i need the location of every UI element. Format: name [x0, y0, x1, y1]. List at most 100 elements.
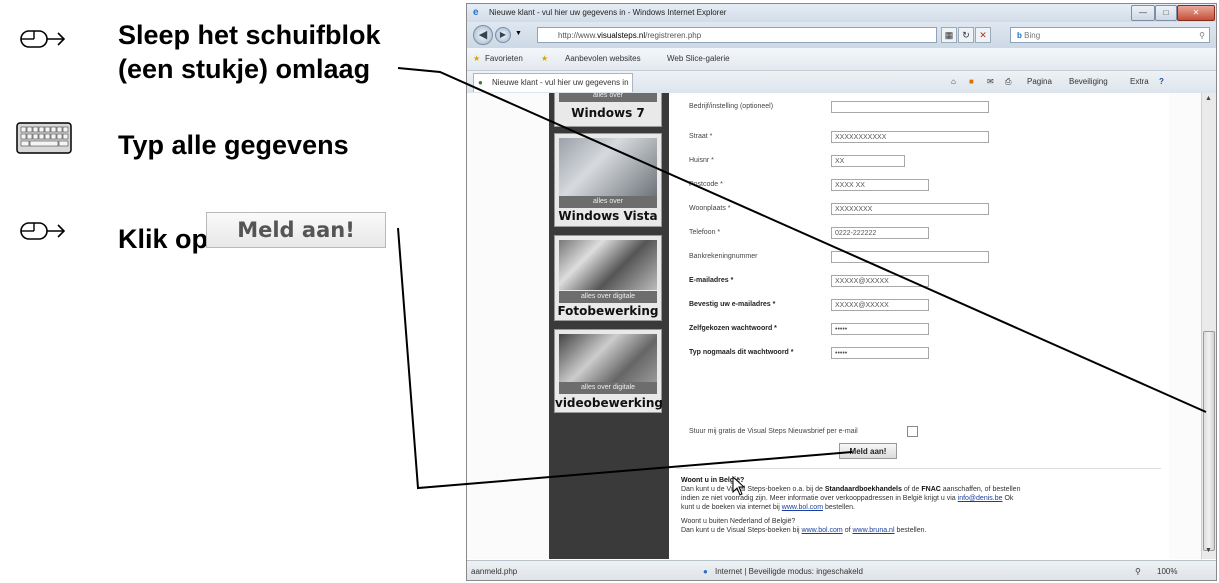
form-label: Postcode *	[689, 181, 723, 188]
bol-link[interactable]: www.bol.com	[802, 527, 843, 534]
book-windows7[interactable]: alles over Windows 7	[554, 93, 662, 127]
book-band: alles over digitale	[559, 291, 657, 303]
form-input[interactable]: XXXX XX	[831, 179, 929, 191]
status-zone: Internet | Beveiligde modus: ingeschakel…	[715, 567, 863, 576]
instruction-text-line1: Sleep het schuifblok	[118, 20, 381, 50]
book-title: Windows Vista	[558, 209, 658, 223]
book-videobewerking[interactable]: alles over digitale videobewerking	[554, 329, 664, 413]
forward-button[interactable]: ▶	[495, 27, 511, 43]
form-input[interactable]: XXXXXXXX	[831, 203, 989, 215]
back-button[interactable]: ◀	[473, 25, 493, 45]
form-input[interactable]: •••••	[831, 323, 929, 335]
beveiliging-menu[interactable]: Beveiliging	[1069, 77, 1108, 86]
book-title: Windows 7	[571, 106, 645, 120]
bruna-link[interactable]: www.bruna.nl	[852, 527, 894, 534]
form-input[interactable]: XXXXXXXXXXX	[831, 131, 989, 143]
help-icon[interactable]: ?	[1159, 77, 1164, 86]
form-label: Straat *	[689, 133, 713, 140]
feeds-icon[interactable]: ■	[969, 77, 974, 86]
form-label: Telefoon *	[689, 229, 721, 236]
belgium-line3: kunt u de boeken via internet bij www.bo…	[681, 504, 855, 511]
bing-logo-icon: b	[1017, 31, 1022, 40]
scroll-down-arrow-icon[interactable]: ▼	[1205, 547, 1212, 554]
form-input[interactable]: XXXXX@XXXXX	[831, 275, 929, 287]
scroll-up-arrow-icon[interactable]: ▲	[1205, 95, 1212, 102]
status-url: aanmeld.php	[471, 567, 518, 576]
form-label: Woonplaats *	[689, 205, 731, 212]
form-label: Bevestig uw e-mailadres *	[689, 301, 776, 308]
book-cover-image	[559, 138, 657, 196]
url-domain: visualsteps.nl	[597, 31, 646, 40]
mouse-icon	[20, 30, 66, 48]
instruction-text: Typ alle gegevens	[118, 130, 349, 160]
url-prefix: http://www.	[558, 31, 598, 40]
web-slice-link[interactable]: Web Slice-galerie	[667, 54, 730, 63]
favorites-button[interactable]: Favorieten	[485, 54, 523, 63]
window-title: Nieuwe klant - vul hier uw gegevens in -…	[489, 8, 727, 17]
scrollbar-thumb[interactable]	[1203, 331, 1215, 551]
outside-heading: Woont u buiten Nederland of België?	[681, 518, 796, 525]
belgium-line2: indien ze niet voorradig zijn. Meer info…	[681, 495, 1014, 502]
search-icon[interactable]: ⚲	[1199, 28, 1205, 43]
newsletter-label: Stuur mij gratis de Visual Steps Nieuwsb…	[689, 428, 858, 435]
close-button[interactable]: ✕	[1177, 5, 1215, 21]
form-input[interactable]: XX	[831, 155, 905, 167]
favorites-star-icon: ★	[473, 54, 481, 63]
form-input[interactable]: 0222-222222	[831, 227, 929, 239]
book-windows-vista[interactable]: alles over Windows Vista	[554, 133, 662, 227]
stop-icon[interactable]: ✕	[975, 27, 991, 43]
zoom-level[interactable]: 100%	[1157, 567, 1177, 576]
book-cover-image	[559, 334, 657, 382]
instruction-text: Klik op	[118, 224, 209, 254]
maximize-button[interactable]: □	[1155, 5, 1177, 21]
bol-link[interactable]: www.bol.com	[782, 504, 823, 511]
home-icon[interactable]: ⌂	[951, 77, 956, 86]
form-input[interactable]	[831, 101, 989, 113]
minimize-button[interactable]: —	[1131, 5, 1155, 21]
book-cover-image	[559, 240, 657, 290]
tab-bar: ● Nieuwe klant - vul hier uw gegevens in…	[467, 71, 1216, 94]
extra-menu[interactable]: Extra	[1130, 77, 1149, 86]
info-divider	[677, 468, 1161, 469]
mouse-pointer-icon	[732, 476, 746, 496]
book-sidebar: alles over Windows 7 alles over Windows …	[549, 93, 669, 559]
book-band: alles over	[559, 93, 657, 102]
info-email-link[interactable]: info@denis.be	[958, 495, 1003, 502]
page-content: alles over Windows 7 alles over Windows …	[467, 93, 1201, 559]
search-input[interactable]: b Bing ⚲	[1010, 27, 1210, 43]
meld-aan-button[interactable]: Meld aan!	[839, 443, 897, 459]
favorites-bar: ★ Favorieten ★ Aanbevolen websites Web S…	[467, 48, 1216, 71]
outside-line: Dan kunt u de Visual Steps-boeken bij ww…	[681, 527, 927, 534]
form-label: E-mailadres *	[689, 277, 734, 284]
zoom-icon[interactable]: ⚲	[1135, 567, 1141, 576]
refresh-icon[interactable]: ↻	[958, 27, 974, 43]
tab-title: Nieuwe klant - vul hier uw gegevens in	[492, 78, 629, 87]
suggested-sites-link[interactable]: Aanbevolen websites	[565, 54, 641, 63]
tab-current[interactable]: ● Nieuwe klant - vul hier uw gegevens in	[473, 73, 633, 92]
form-input[interactable]	[831, 251, 989, 263]
title-bar: e Nieuwe klant - vul hier uw gegevens in…	[467, 4, 1216, 22]
keyboard-icon	[16, 122, 72, 154]
vertical-scrollbar[interactable]: ▲ ▼	[1201, 93, 1216, 559]
history-dropdown-icon[interactable]: ▼	[515, 30, 522, 37]
globe-icon: ●	[703, 567, 708, 576]
form-label: Bankrekeningnummer	[689, 253, 758, 260]
mouse-icon	[20, 222, 66, 240]
book-fotobewerking[interactable]: alles over digitale Fotobewerking	[554, 235, 662, 321]
form-label: Huisnr *	[689, 157, 714, 164]
status-bar: aanmeld.php ● Internet | Beveiligde modu…	[467, 560, 1216, 580]
form-input[interactable]: •••••	[831, 347, 929, 359]
mail-icon[interactable]: ✉	[987, 77, 994, 86]
newsletter-checkbox[interactable]	[907, 426, 918, 437]
compatibility-icon[interactable]: ▦	[941, 27, 957, 43]
add-favorite-icon[interactable]: ★	[541, 54, 548, 63]
form-input[interactable]: XXXXX@XXXXX	[831, 299, 929, 311]
book-title: videobewerking	[555, 396, 664, 410]
url-input[interactable]: http://www.visualsteps.nl/registreren.ph…	[537, 27, 937, 43]
pagina-menu[interactable]: Pagina	[1027, 77, 1052, 86]
form-label: Typ nogmaals dit wachtwoord *	[689, 349, 794, 356]
form-label: Zelfgekozen wachtwoord *	[689, 325, 777, 332]
book-band: alles over	[559, 196, 657, 208]
page-favicon-icon: ●	[478, 78, 483, 87]
print-icon[interactable]: ⎙	[1005, 77, 1011, 87]
